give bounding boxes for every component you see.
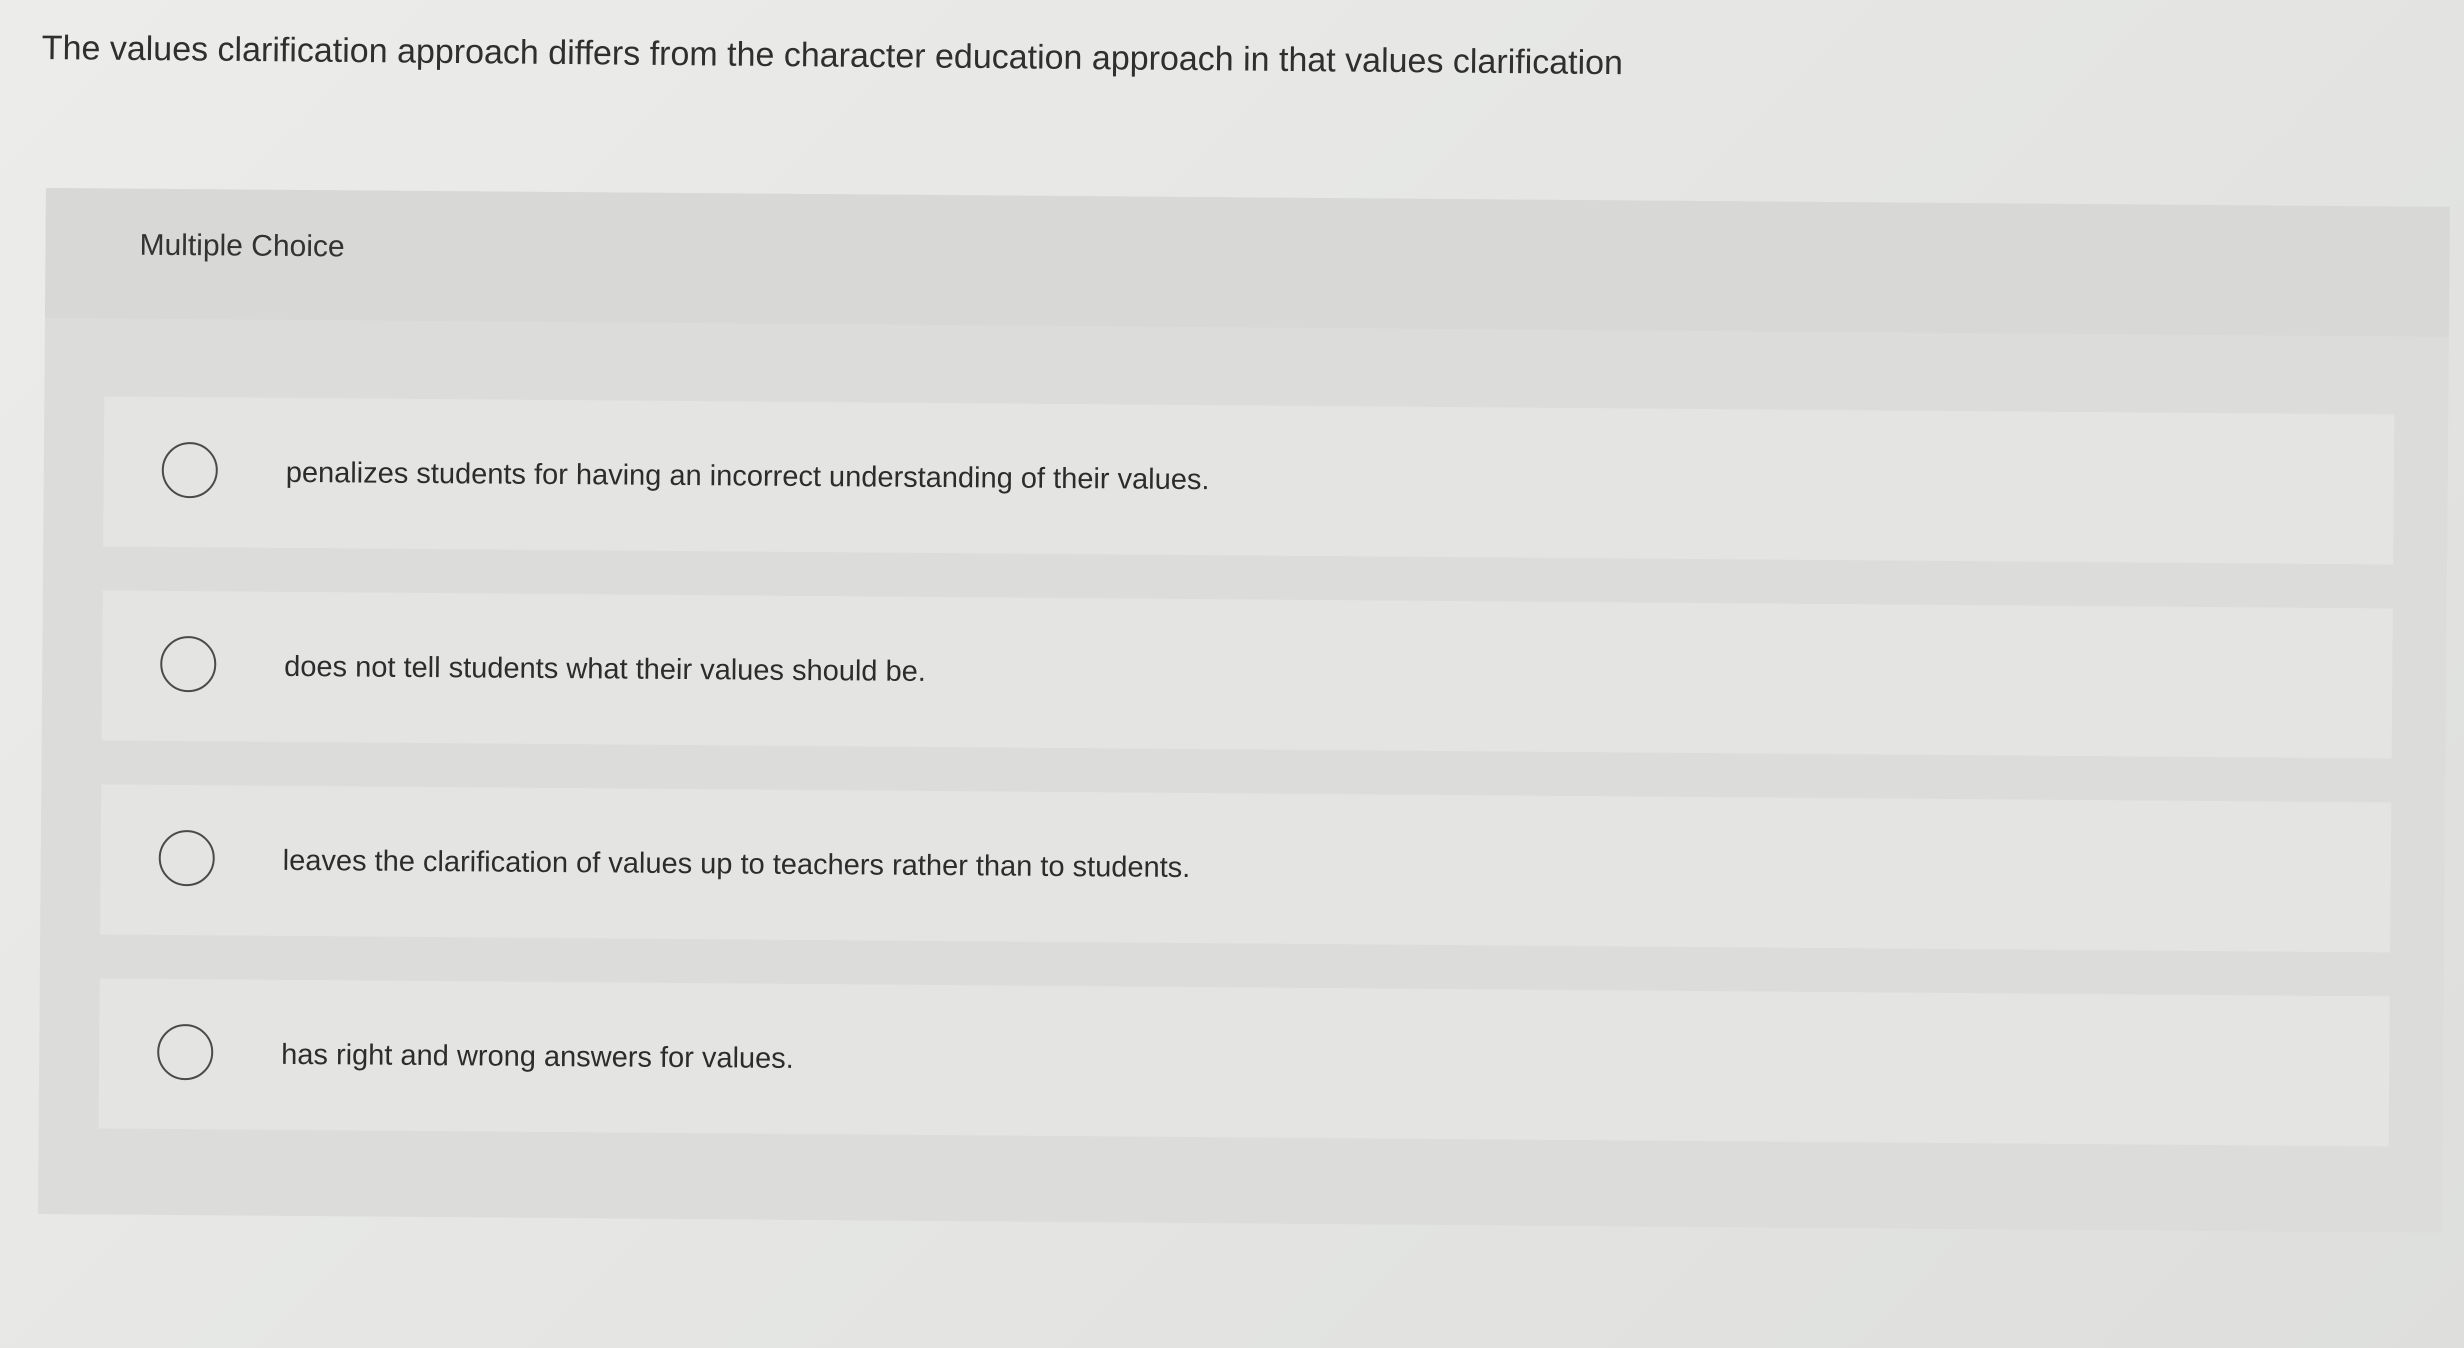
multiple-choice-header: Multiple Choice	[44, 188, 2450, 337]
answer-option-1[interactable]: penalizes students for having an incorre…	[103, 396, 2395, 565]
answer-options-list: penalizes students for having an incorre…	[98, 396, 2395, 1190]
answer-option-label: does not tell students what their values…	[284, 650, 926, 688]
multiple-choice-label: Multiple Choice	[139, 228, 345, 264]
multiple-choice-panel: Multiple Choice penalizes students for h…	[37, 188, 2450, 1233]
radio-button-icon[interactable]	[156, 1023, 214, 1081]
question-text: The values clarification approach differ…	[41, 28, 1624, 83]
answer-option-3[interactable]: leaves the clarification of values up to…	[100, 784, 2392, 953]
radio-button-icon[interactable]	[160, 635, 217, 693]
answer-option-4[interactable]: has right and wrong answers for values.	[98, 978, 2390, 1147]
answer-option-2[interactable]: does not tell students what their values…	[101, 590, 2393, 759]
answer-option-label: leaves the clarification of values up to…	[282, 844, 1191, 885]
answer-option-label: penalizes students for having an incorre…	[285, 456, 1210, 497]
radio-button-icon[interactable]	[161, 441, 219, 499]
radio-button-icon[interactable]	[158, 829, 215, 887]
answer-option-label: has right and wrong answers for values.	[281, 1038, 794, 1075]
